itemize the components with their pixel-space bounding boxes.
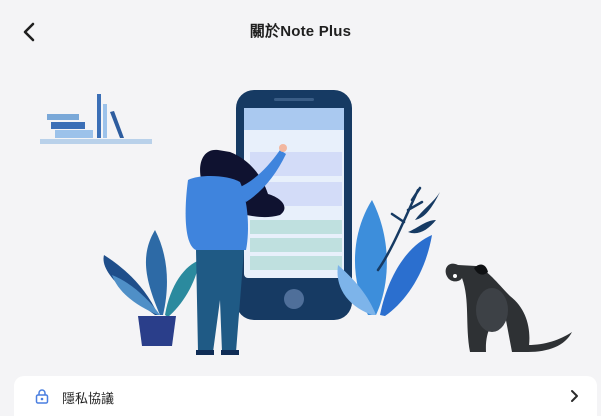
top-bar: 關於Note Plus bbox=[0, 0, 601, 64]
bookshelf bbox=[40, 94, 152, 144]
right-plant bbox=[337, 186, 440, 316]
privacy-policy-label: 隱私協議 bbox=[62, 391, 115, 406]
left-plant bbox=[103, 230, 200, 346]
privacy-policy-row[interactable]: 隱私協議 bbox=[14, 376, 597, 416]
lock-icon bbox=[34, 388, 50, 404]
page-title: 關於Note Plus bbox=[249, 23, 352, 40]
chevron-right-icon bbox=[569, 389, 579, 403]
woman-phone-illustration bbox=[40, 90, 572, 355]
hero-illustration bbox=[0, 70, 601, 370]
dog-figure bbox=[445, 263, 572, 352]
